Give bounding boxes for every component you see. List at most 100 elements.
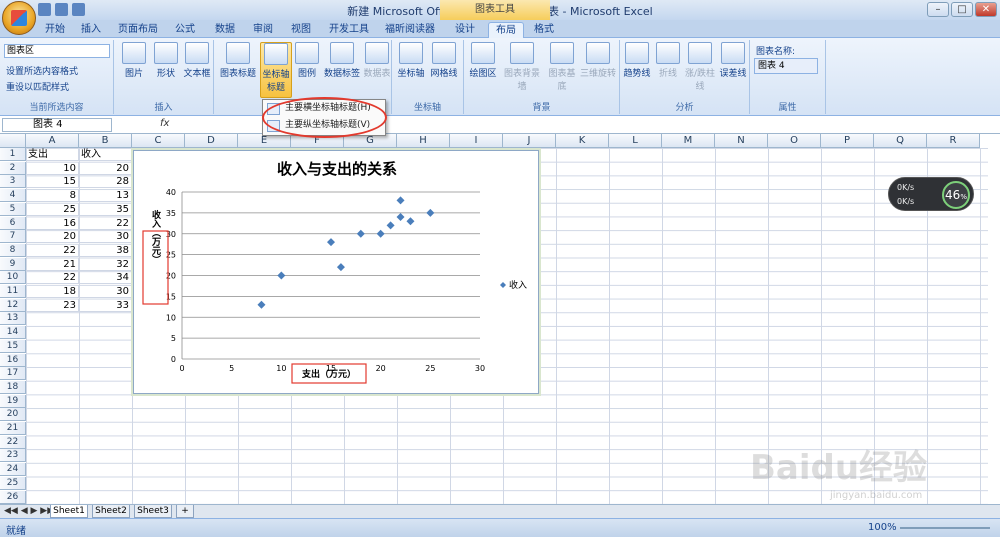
column-header-H[interactable]: H: [397, 134, 450, 148]
row-header-18[interactable]: 18: [0, 380, 26, 394]
column-header-Q[interactable]: Q: [874, 134, 927, 148]
row-header-13[interactable]: 13: [0, 312, 26, 326]
cell-B7[interactable]: 30: [79, 230, 132, 244]
tab-format[interactable]: 格式: [528, 22, 560, 38]
select-all-corner[interactable]: [0, 134, 26, 148]
row-header-23[interactable]: 23: [0, 449, 26, 463]
column-header-M[interactable]: M: [662, 134, 715, 148]
cell-A8[interactable]: 22: [26, 243, 79, 257]
plot-area-button[interactable]: 绘图区: [468, 42, 498, 79]
row-header-2[interactable]: 2: [0, 161, 26, 175]
row-header-16[interactable]: 16: [0, 353, 26, 367]
cell-A11[interactable]: 18: [26, 285, 79, 298]
cell-A10[interactable]: 22: [26, 271, 79, 285]
column-header-L[interactable]: L: [609, 134, 662, 148]
column-header-E[interactable]: E: [238, 134, 291, 148]
row-header-6[interactable]: 6: [0, 216, 26, 230]
tab-developer[interactable]: 开发工具: [326, 22, 372, 38]
error-bars-button[interactable]: 误差线: [718, 42, 748, 79]
fx-icon[interactable]: fx: [160, 118, 172, 132]
tab-review[interactable]: 审阅: [248, 22, 278, 38]
cell-B5[interactable]: 35: [79, 202, 132, 216]
data-table-button[interactable]: 数据表: [362, 42, 392, 79]
tab-formulas[interactable]: 公式: [170, 22, 200, 38]
row-header-25[interactable]: 25: [0, 476, 26, 490]
row-header-8[interactable]: 8: [0, 243, 26, 257]
row-header-5[interactable]: 5: [0, 202, 26, 216]
row-header-15[interactable]: 15: [0, 339, 26, 353]
cell-B10[interactable]: 34: [79, 271, 132, 285]
tab-insert[interactable]: 插入: [76, 22, 106, 38]
cell-B9[interactable]: 32: [79, 257, 132, 271]
cell-B3[interactable]: 28: [79, 175, 132, 189]
textbox-button[interactable]: 文本框: [182, 42, 212, 79]
zoom-level[interactable]: 100%: [868, 522, 897, 533]
up-down-bars-button[interactable]: 涨/跌柱线: [684, 42, 716, 92]
column-header-A[interactable]: A: [26, 134, 79, 148]
sheet-nav-arrows[interactable]: ◀◀ ◀ ▶ ▶▶: [4, 506, 54, 516]
cell-A5[interactable]: 25: [26, 202, 79, 216]
cell-A12[interactable]: 23: [26, 298, 79, 312]
column-header-K[interactable]: K: [556, 134, 609, 148]
chart-wall-button[interactable]: 图表背景墙: [500, 42, 544, 92]
chart-title-button[interactable]: 图表标题: [218, 42, 258, 79]
axis-titles-button[interactable]: 坐标轴标题: [260, 42, 292, 98]
row-header-24[interactable]: 24: [0, 463, 26, 477]
cell-A3[interactable]: 15: [26, 175, 79, 189]
column-header-C[interactable]: C: [132, 134, 185, 148]
lines-button[interactable]: 折线: [654, 42, 682, 79]
format-selection-button[interactable]: 设置所选内容格式: [6, 64, 78, 77]
chart-element-dropdown[interactable]: 图表区: [4, 44, 110, 58]
picture-button[interactable]: 图片: [120, 42, 148, 79]
row-header-14[interactable]: 14: [0, 326, 26, 340]
row-header-1[interactable]: 1: [0, 148, 26, 161]
column-header-N[interactable]: N: [715, 134, 768, 148]
column-header-I[interactable]: I: [450, 134, 503, 148]
tab-design[interactable]: 设计: [450, 22, 480, 38]
column-header-J[interactable]: J: [503, 134, 556, 148]
cell-A4[interactable]: 8: [26, 189, 79, 203]
tab-data[interactable]: 数据: [210, 22, 240, 38]
3d-rotation-button[interactable]: 三维旋转: [578, 42, 618, 79]
network-monitor-widget[interactable]: 0K/s 0K/s 46%: [888, 177, 974, 211]
tab-page-layout[interactable]: 页面布局: [112, 22, 164, 38]
row-header-19[interactable]: 19: [0, 394, 26, 408]
row-header-26[interactable]: 26: [0, 490, 26, 504]
cell-B6[interactable]: 22: [79, 216, 132, 230]
zoom-slider[interactable]: [900, 527, 990, 529]
cell-A1[interactable]: 支出: [26, 148, 79, 161]
shapes-button[interactable]: 形状: [152, 42, 180, 79]
cell-B11[interactable]: 30: [79, 285, 132, 298]
data-labels-button[interactable]: 数据标签: [322, 42, 362, 79]
redo-icon[interactable]: [72, 3, 85, 16]
cell-A7[interactable]: 20: [26, 230, 79, 244]
save-icon[interactable]: [38, 3, 51, 16]
reset-style-button[interactable]: 重设以匹配样式: [6, 80, 69, 93]
close-button[interactable]: ✕: [975, 2, 997, 17]
tab-layout[interactable]: 布局: [488, 22, 524, 38]
sheet-tab-2[interactable]: Sheet2: [92, 505, 130, 518]
row-header-12[interactable]: 12: [0, 298, 26, 312]
name-box[interactable]: 图表 4: [2, 118, 112, 132]
axes-button[interactable]: 坐标轴: [396, 42, 426, 79]
tab-view[interactable]: 视图: [286, 22, 316, 38]
office-button[interactable]: [2, 1, 36, 35]
column-header-B[interactable]: B: [79, 134, 132, 148]
row-header-20[interactable]: 20: [0, 408, 26, 422]
cell-A6[interactable]: 16: [26, 216, 79, 230]
column-header-R[interactable]: R: [927, 134, 980, 148]
sheet-tab-1[interactable]: Sheet1: [50, 505, 88, 518]
row-header-3[interactable]: 3: [0, 175, 26, 189]
chart-name-input[interactable]: 图表 4: [754, 58, 818, 74]
gridlines-button[interactable]: 网格线: [428, 42, 460, 79]
row-header-4[interactable]: 4: [0, 189, 26, 203]
minimize-button[interactable]: –: [927, 2, 949, 17]
legend-button[interactable]: 图例: [294, 42, 320, 79]
row-header-17[interactable]: 17: [0, 367, 26, 381]
cell-B2[interactable]: 20: [79, 161, 132, 175]
chart-area[interactable]: 收入与支出的关系 0 5 10 15 20 25 30 35 40 0 5 10 15 20 25 30 支出（万…: [131, 148, 541, 396]
sheet-tab-3[interactable]: Sheet3: [134, 505, 172, 518]
column-header-O[interactable]: O: [768, 134, 821, 148]
tab-foxit-reader[interactable]: 福昕阅读器: [380, 22, 440, 38]
cell-B8[interactable]: 38: [79, 243, 132, 257]
